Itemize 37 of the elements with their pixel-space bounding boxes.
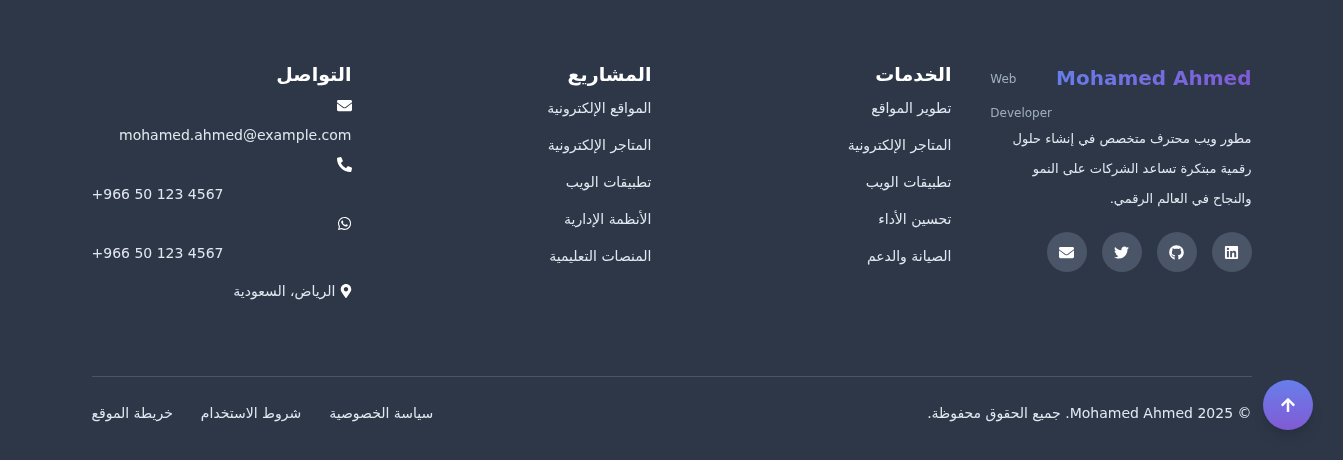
copyright-text: © 2025 Mohamed Ahmed. جميع الحقوق محفوظة. <box>927 404 1252 424</box>
footer-link[interactable]: تحسين الأداء <box>878 209 952 229</box>
scroll-top-button[interactable] <box>1263 380 1313 430</box>
social-button[interactable] <box>1101 232 1142 272</box>
github-icon <box>1169 244 1184 260</box>
footer-link[interactable]: شروط الاستخدام <box>200 403 302 424</box>
social-button[interactable] <box>1156 232 1197 272</box>
footer-link[interactable]: المنصات التعليمية <box>549 246 652 266</box>
column-heading: المشاريع <box>566 62 652 88</box>
contact-text: +966 50 123 4567 <box>91 185 224 204</box>
footer-link[interactable]: المتاجر الإلكترونية <box>847 135 952 155</box>
footer-link[interactable]: تطبيقات الويب <box>565 172 652 192</box>
contact-text: +966 50 123 4567 <box>91 244 224 263</box>
footer-link[interactable]: المتاجر الإلكترونية <box>547 135 652 155</box>
footer-link[interactable]: المواقع الإلكترونية <box>547 98 652 118</box>
whatsapp-icon <box>336 216 352 231</box>
footer-link[interactable]: خريطة الموقع <box>91 403 173 424</box>
footer-link[interactable]: تطبيقات الويب <box>865 172 952 192</box>
social-button[interactable] <box>1046 232 1087 272</box>
column-heading: الخدمات <box>874 62 952 87</box>
footer-link[interactable]: سياسة الخصوصية <box>329 403 434 424</box>
envelope-icon <box>1059 244 1074 260</box>
bird-icon <box>1114 244 1129 260</box>
location-pin-icon <box>339 284 352 298</box>
contact-text: الرياض، السعودية <box>233 282 336 301</box>
linkedin-icon <box>1224 244 1239 260</box>
footer-link[interactable]: الأنظمة الإدارية <box>564 209 652 229</box>
brand-tagline: Web Developer <box>990 71 1052 122</box>
footer-link[interactable]: تطوير المواقع <box>871 98 952 118</box>
envelope-icon <box>336 98 352 113</box>
social-button[interactable] <box>1211 232 1252 272</box>
brand-description: مطور ويب محترف متخصص في إنشاء حلول رقمية مبتكرة تساعد الشركات على النمو والنجاح في العالم الرقمي. <box>1011 130 1252 209</box>
footer-link[interactable]: الصيانة والدعم <box>866 246 952 266</box>
column-heading: التواصل <box>276 62 352 88</box>
phone-icon <box>336 157 352 172</box>
contact-text: mohamed.ahmed@example.com <box>119 126 352 145</box>
arrow-up-icon <box>1280 397 1296 413</box>
